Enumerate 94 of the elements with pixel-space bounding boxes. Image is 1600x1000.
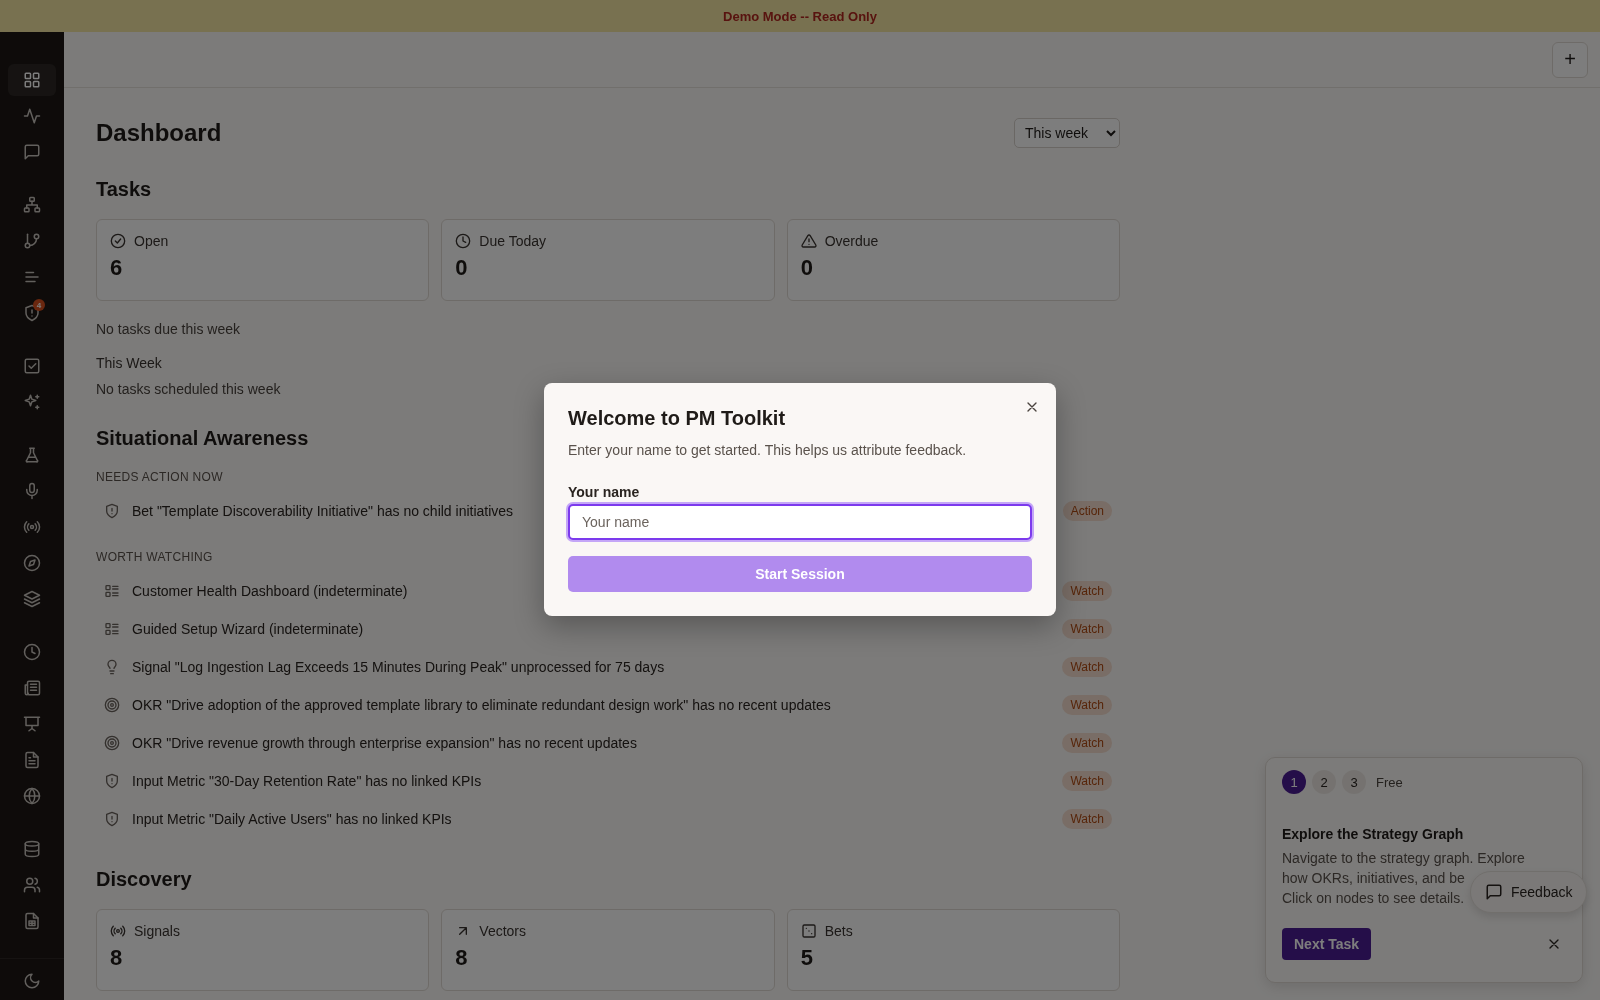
alert-text: OKR "Drive adoption of the approved template library to eliminate redundant design work" has no recent updates [132,697,831,713]
stat-label: Bets [824,923,853,939]
grid-icon[interactable] [23,71,41,89]
stat-value: 0 [800,255,814,281]
chat-icon[interactable] [23,143,41,161]
database-icon[interactable] [23,840,41,858]
checkbox-icon[interactable] [23,357,41,375]
stat-label: Overdue [824,233,879,249]
stat-label: Signals [134,923,180,939]
alert-text: Input Metric "Daily Active Users" has no linked KPIs [132,811,452,827]
target-icon [104,697,120,713]
stat-value: 6 [110,255,124,281]
shield-icon[interactable] [23,304,41,322]
pulse-icon[interactable] [23,107,41,125]
name-input[interactable]: Your name [568,504,1032,540]
status-tag: Watch [1062,809,1112,829]
compass-icon[interactable] [23,554,41,572]
branch-icon[interactable] [23,232,41,250]
shield-icon [104,811,120,827]
status-tag: Watch [1062,695,1112,715]
target-icon [104,735,120,751]
stat-label: Vectors [479,923,527,939]
shield-icon [104,773,120,789]
alert-text: Guided Setup Wizard (indeterminate) [132,621,364,637]
next-task-button[interactable]: Next Task [1282,928,1372,960]
sparkles-icon[interactable] [23,393,41,411]
section-heading: Tasks [96,178,152,201]
walkthrough-text: Click on nodes to see details. [1282,889,1465,908]
check-circle-icon [110,233,126,249]
start-session-button[interactable]: Start Session [568,556,1032,592]
clock-icon [455,233,472,249]
presentation-icon[interactable] [23,715,41,733]
section-heading: Situational Awareness [96,427,309,450]
shield-icon [104,503,120,519]
subheading: This Week [96,355,162,371]
list-icon [104,583,120,599]
stat-value: 5 [800,945,814,971]
moon-icon[interactable] [23,972,41,990]
dialog-title: Welcome to PM Toolkit [568,407,787,430]
sidebar-nav-item[interactable]: 4 [8,297,56,329]
alert-text: OKR "Drive revenue growth through enterprise expansion" has no recent updates [132,735,637,751]
step-indicator[interactable]: 1 [1282,770,1306,794]
document-icon[interactable] [23,751,41,769]
status-tag: Watch [1062,733,1112,753]
warning-icon [800,233,817,249]
stat-label: Due Today [479,233,546,249]
status-tag: Watch [1062,581,1112,601]
field-label: Your name [568,484,641,500]
walkthrough-text: how OKRs, initiatives, and be [1282,869,1465,888]
layers-icon[interactable] [23,590,41,608]
group-label: NEEDS ACTION NOW [96,470,223,484]
walkthrough-title: Explore the Strategy Graph [1282,826,1465,842]
clock-icon[interactable] [23,643,41,661]
page-title: Dashboard [96,119,222,147]
add-button[interactable]: + [1552,41,1588,78]
spreadsheet-icon[interactable] [23,912,41,930]
chat-icon [1485,883,1503,901]
group-label: WORTH WATCHING [96,550,213,564]
sidebar-nav-item[interactable] [8,64,56,96]
section-heading: Discovery [96,868,192,891]
banner-text: Demo Mode -- Read Only [723,8,877,24]
empty-message: No tasks scheduled this week [96,381,281,397]
status-tag: Action [1062,501,1112,521]
microphone-icon[interactable] [23,482,41,500]
alert-text: Customer Health Dashboard (indeterminate) [132,583,408,599]
alert-text: Bet "Template Discoverability Initiative" has no child initiatives [132,503,514,519]
flask-icon[interactable] [23,446,41,464]
stat-label: Open [134,233,169,249]
period-select[interactable]: This week [1014,118,1120,148]
hierarchy-icon[interactable] [23,196,41,214]
signal-icon [110,923,126,939]
step-indicator[interactable]: 2 [1312,770,1336,794]
dice-icon [800,923,817,939]
list-icon [104,621,120,637]
alert-text: Input Metric "30-Day Retention Rate" has no linked KPIs [132,773,482,789]
stat-value: 8 [110,945,124,971]
step-indicator[interactable]: 3 [1342,770,1366,794]
free-label: Free [1376,774,1403,790]
globe-icon[interactable] [23,787,41,805]
signal-icon[interactable] [23,518,41,536]
empty-message: No tasks due this week [96,321,240,337]
count-badge: 4 [33,299,45,311]
newspaper-icon[interactable] [23,679,41,697]
alert-text: Signal "Log Ingestion Lag Exceeds 15 Minutes During Peak" unprocessed for 75 days [132,659,665,675]
stat-value: 0 [455,255,469,281]
lightbulb-icon [104,659,120,675]
stat-value: 8 [455,945,469,971]
status-tag: Watch [1062,771,1112,791]
dialog-description: Enter your name to get started. This helps us attribute feedback. [568,442,968,458]
users-icon[interactable] [23,876,41,894]
walkthrough-text: Navigate to the strategy graph. Explore [1282,849,1525,868]
status-tag: Watch [1062,619,1112,639]
status-tag: Watch [1062,657,1112,677]
feedback-button[interactable]: Feedback [1470,871,1588,913]
